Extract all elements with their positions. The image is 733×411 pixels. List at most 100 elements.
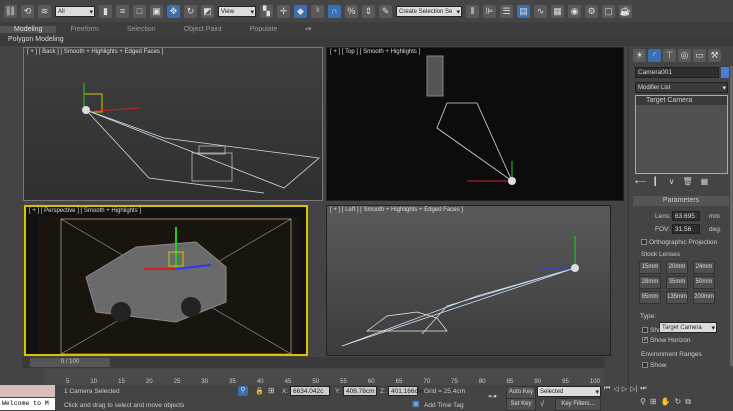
link-icon[interactable]: ⛓: [4, 4, 17, 18]
lens-15mm-button[interactable]: 15mm: [639, 261, 661, 274]
mirror-icon[interactable]: ⫴: [466, 4, 479, 18]
x-coordinate-field[interactable]: 6634.042c: [290, 386, 330, 396]
env-show-checkbox[interactable]: Show: [642, 362, 666, 369]
fov-spinner[interactable]: 31.56: [672, 224, 700, 234]
lens-35mm-button[interactable]: 35mm: [666, 276, 688, 289]
time-slider-thumb[interactable]: 0 / 100: [30, 358, 110, 367]
tab-freeform[interactable]: Freeform: [56, 26, 112, 33]
select-scale-icon[interactable]: ◩: [201, 4, 214, 18]
object-name-field[interactable]: Camera001: [635, 67, 719, 78]
rect-selection-icon[interactable]: □: [133, 4, 146, 18]
selection-lock-icon[interactable]: 🔒: [255, 387, 264, 395]
select-rotate-icon[interactable]: ↻: [184, 4, 197, 18]
configure-sets-icon[interactable]: ▦: [701, 177, 709, 186]
lens-24mm-button[interactable]: 24mm: [693, 261, 715, 274]
percent-snap-icon[interactable]: %: [345, 4, 358, 18]
maximize-viewport-icon[interactable]: ⧉: [685, 397, 691, 407]
key-mode-dropdown[interactable]: Selected: [537, 386, 601, 398]
add-time-tag[interactable]: Add Time Tag: [424, 402, 464, 409]
angle-snap-icon[interactable]: ∩: [328, 4, 341, 18]
window-crossing-icon[interactable]: ▣: [150, 4, 163, 18]
lens-135mm-button[interactable]: 135mm: [666, 291, 688, 304]
tab-populate[interactable]: Populate: [236, 26, 292, 33]
modify-tab-icon[interactable]: ◜: [648, 49, 661, 62]
maxscript-listener-output[interactable]: [0, 385, 55, 397]
viewport-label[interactable]: [ + ] [ Left ] [ Smooth + Highlights + E…: [330, 207, 463, 213]
zoom-all-icon[interactable]: ⊞: [650, 397, 657, 407]
tab-object-paint[interactable]: Object Paint: [170, 26, 236, 33]
go-to-start-icon[interactable]: ⏮: [604, 385, 610, 393]
render-setup-icon[interactable]: ⚙: [585, 4, 598, 18]
material-editor-icon[interactable]: ◉: [568, 4, 581, 18]
lens-50mm-button[interactable]: 50mm: [693, 276, 715, 289]
curve-editor-icon[interactable]: ∿: [534, 4, 547, 18]
spinner-snap-icon[interactable]: ⇕: [362, 4, 375, 18]
schematic-icon[interactable]: ▦: [551, 4, 564, 18]
utilities-tab-icon[interactable]: ⚒: [708, 49, 721, 62]
modifier-list-dropdown[interactable]: Modifier List: [635, 82, 728, 94]
time-slider[interactable]: 0 / 100: [22, 357, 605, 368]
isolate-selection-icon[interactable]: ⚲: [238, 386, 248, 396]
tab-modeling[interactable]: Modeling: [0, 25, 57, 33]
selection-filter-dropdown[interactable]: All: [55, 5, 95, 18]
unlink-icon[interactable]: ⟲: [21, 4, 34, 18]
snap-icon[interactable]: ³: [311, 4, 324, 18]
go-to-end-icon[interactable]: ⏭: [640, 385, 646, 393]
orbit-icon[interactable]: ↻: [675, 397, 682, 407]
ribbon-options-icon[interactable]: ▪▾: [291, 25, 325, 33]
viewport-perspective[interactable]: [ + ] [ Perspective ] [ Smooth + Highlig…: [24, 205, 308, 356]
viewport-label[interactable]: [ + ] [ Back ] [ Smooth + Highlights + E…: [27, 49, 163, 55]
zoom-icon[interactable]: ⚲: [640, 397, 646, 407]
reference-coord-dropdown[interactable]: View: [218, 5, 256, 18]
viewport-label[interactable]: [ + ] [ Perspective ] [ Smooth + Highlig…: [29, 208, 141, 214]
tab-selection[interactable]: Selection: [113, 26, 170, 33]
viewport-back[interactable]: [ + ] [ Back ] [ Smooth + Highlights + E…: [23, 47, 323, 201]
layer-icon[interactable]: ☰: [500, 4, 513, 18]
render-icon[interactable]: ☕: [619, 4, 632, 18]
prev-frame-icon[interactable]: ◁: [613, 385, 618, 393]
lens-spinner[interactable]: 63.695: [672, 211, 700, 221]
display-tab-icon[interactable]: ▭: [693, 49, 706, 62]
show-horizon-checkbox[interactable]: ✓ Show Horizon: [642, 337, 690, 344]
viewport-label[interactable]: [ + ] [ Top ] [ Smooth + Highlights ]: [330, 49, 420, 55]
edit-named-sel-icon[interactable]: ✎: [379, 4, 392, 18]
select-object-icon[interactable]: ▮: [99, 4, 112, 18]
time-tag-icon[interactable]: ▣: [412, 399, 420, 408]
play-icon[interactable]: ▷: [622, 385, 627, 393]
ribbon-panel-polygon-modeling[interactable]: Polygon Modeling: [0, 36, 733, 46]
move-icon[interactable]: ✛: [277, 4, 290, 18]
motion-tab-icon[interactable]: ◎: [678, 49, 691, 62]
show-cone-checkbox[interactable]: Show Cone: [642, 327, 684, 334]
y-coordinate-field[interactable]: 408.78cm: [343, 386, 377, 396]
pan-icon[interactable]: ✋: [661, 397, 671, 407]
key-filters-button[interactable]: Key Filters...: [555, 398, 601, 411]
lens-28mm-button[interactable]: 28mm: [639, 276, 661, 289]
set-key-button[interactable]: Set Key: [506, 398, 536, 411]
graphite-icon[interactable]: ▤: [517, 4, 530, 18]
viewport-top[interactable]: [ + ] [ Top ] [ Smooth + Highlights ]: [326, 47, 624, 201]
viewport-left[interactable]: [ + ] [ Left ] [ Smooth + Highlights + E…: [326, 205, 611, 356]
pin-stack-icon[interactable]: ⟵: [635, 177, 646, 186]
remove-modifier-icon[interactable]: 🗑: [682, 177, 692, 186]
lens-20mm-button[interactable]: 20mm: [666, 261, 688, 274]
named-selection-dropdown[interactable]: Create Selection Se: [396, 5, 462, 18]
key-icon[interactable]: ⊶: [488, 391, 497, 402]
bind-space-warp-icon[interactable]: ≋: [38, 4, 51, 18]
hierarchy-tab-icon[interactable]: ⊤: [663, 49, 676, 62]
maxscript-mini-listener[interactable]: Welcome to M: [0, 398, 55, 410]
absolute-mode-icon[interactable]: ⊞: [268, 386, 275, 395]
render-frame-icon[interactable]: ▢: [602, 4, 615, 18]
select-by-name-icon[interactable]: ≡: [116, 4, 129, 18]
orthographic-projection-checkbox[interactable]: Orthographic Projection: [641, 239, 717, 246]
pivot-icon[interactable]: ▚: [260, 4, 273, 18]
lens-200mm-button[interactable]: 200mm: [693, 291, 715, 304]
show-end-result-icon[interactable]: ▎: [654, 177, 660, 186]
select-move-icon[interactable]: ✥: [167, 4, 180, 18]
object-color-swatch[interactable]: [721, 67, 729, 78]
parameters-rollout-header[interactable]: Parameters: [633, 196, 729, 206]
next-frame-icon[interactable]: ▷|: [630, 385, 637, 393]
manipulate-icon[interactable]: ◆: [294, 4, 307, 18]
default-tangent-icon[interactable]: √: [540, 399, 544, 408]
create-tab-icon[interactable]: ☀: [633, 49, 646, 62]
make-unique-icon[interactable]: ∨: [669, 177, 675, 186]
